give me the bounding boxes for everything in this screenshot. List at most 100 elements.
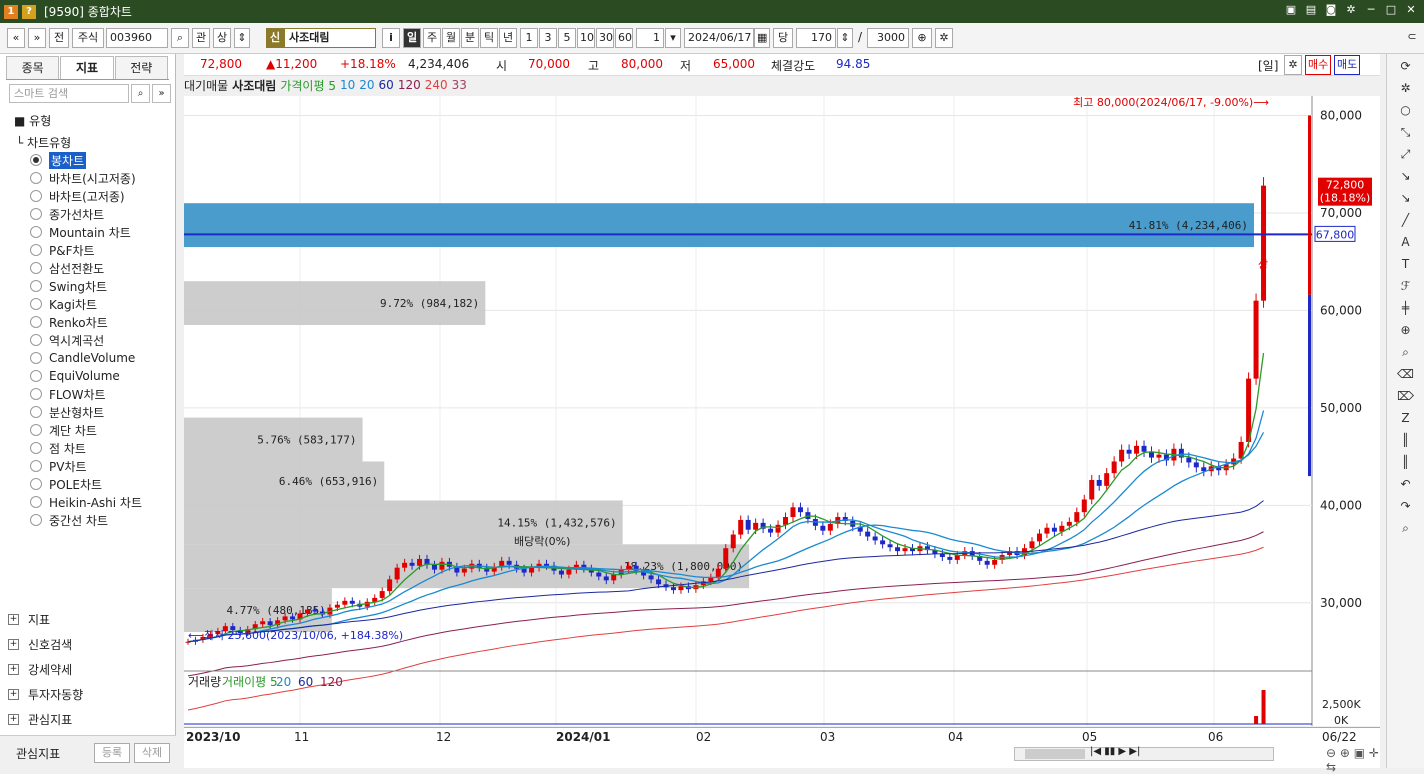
radio-icon[interactable]: [30, 496, 42, 508]
camera-icon[interactable]: ◙: [1324, 3, 1338, 17]
spin-icon[interactable]: ⇕: [234, 28, 250, 48]
chart-type-item[interactable]: Heikin-Ashi 차트: [30, 493, 142, 511]
radio-icon[interactable]: [30, 244, 42, 256]
radio-icon[interactable]: [30, 352, 42, 364]
scrollbar-thumb[interactable]: [1025, 749, 1085, 759]
section-investor[interactable]: + 투자자동향: [8, 683, 176, 705]
radio-icon[interactable]: [30, 478, 42, 490]
chart-type-item[interactable]: EquiVolume: [30, 367, 142, 385]
chart-type-item[interactable]: PV차트: [30, 457, 142, 475]
info-button[interactable]: i: [382, 28, 400, 48]
gear-icon[interactable]: ✲: [935, 28, 953, 48]
chart-type-item[interactable]: 계단 차트: [30, 421, 142, 439]
chart-type-item[interactable]: 봉차트: [30, 151, 142, 169]
section-favorites[interactable]: + 관심지표: [8, 708, 176, 730]
chart-type-item[interactable]: 종가선차트: [30, 205, 142, 223]
period-tick[interactable]: 틱: [480, 28, 498, 48]
chart-type-item[interactable]: 삼선전환도: [30, 259, 142, 277]
legend-stock[interactable]: 사조대림: [232, 77, 276, 94]
line-icon[interactable]: ╱: [1392, 210, 1420, 230]
period-year[interactable]: 년: [499, 28, 517, 48]
period-week[interactable]: 주: [423, 28, 441, 48]
refresh-icon[interactable]: ⟳: [1392, 56, 1420, 76]
chart-type-item[interactable]: Mountain 차트: [30, 223, 142, 241]
updown-button[interactable]: 상: [213, 28, 231, 48]
expand-icon[interactable]: ⊂: [1404, 28, 1420, 48]
chart-type-item[interactable]: 역시계곡선: [30, 331, 142, 349]
legend-ma5[interactable]: 가격이평 5: [280, 77, 336, 94]
front-button[interactable]: 전: [49, 28, 69, 48]
link-icon[interactable]: ▣: [1284, 3, 1298, 17]
grid-icon[interactable]: ║: [1392, 430, 1420, 450]
settings-icon[interactable]: ✲: [1344, 3, 1358, 17]
chevron-down-icon[interactable]: ▾: [665, 28, 681, 48]
chart-type-item[interactable]: 중간선 차트: [30, 511, 142, 529]
buy-button[interactable]: 매수: [1305, 55, 1331, 75]
text-icon[interactable]: T: [1392, 254, 1420, 274]
radio-icon[interactable]: [30, 370, 42, 382]
zoom-icon[interactable]: ⊕: [912, 28, 932, 48]
total-count-input[interactable]: 3000: [867, 28, 909, 48]
gear-icon[interactable]: ✲: [1284, 55, 1302, 75]
period-day[interactable]: 일: [403, 28, 421, 48]
radio-icon[interactable]: [30, 154, 42, 166]
prev-button[interactable]: «: [7, 28, 25, 48]
stock-code-input[interactable]: 003960: [106, 28, 168, 48]
related-button[interactable]: 관: [192, 28, 210, 48]
undo-icon[interactable]: ↶: [1392, 474, 1420, 494]
delete-button[interactable]: 삭제: [134, 743, 170, 763]
radio-icon[interactable]: [30, 460, 42, 472]
legend-ma240[interactable]: 240: [425, 78, 448, 92]
radio-icon[interactable]: [30, 280, 42, 292]
radio-icon[interactable]: [30, 406, 42, 418]
legend-supply[interactable]: 대기매물: [184, 77, 228, 94]
next-button[interactable]: »: [28, 28, 46, 48]
chart-type-item[interactable]: Kagi차트: [30, 295, 142, 313]
grid2-icon[interactable]: ║: [1392, 452, 1420, 472]
zoom-icon[interactable]: ⊕: [1392, 320, 1420, 340]
view-count-input[interactable]: 170: [796, 28, 836, 48]
redo-icon[interactable]: ↷: [1392, 496, 1420, 516]
chart-type-item[interactable]: 바차트(시고저종): [30, 169, 142, 187]
scrollbar-track[interactable]: [1014, 747, 1274, 761]
radio-icon[interactable]: [30, 208, 42, 220]
tab-strategy[interactable]: 전략: [114, 56, 168, 79]
chart-type-item[interactable]: CandleVolume: [30, 349, 142, 367]
period-minute[interactable]: 분: [461, 28, 479, 48]
chart-type-item[interactable]: Renko차트: [30, 313, 142, 331]
close-icon[interactable]: ✕: [1404, 3, 1418, 17]
chart-type-item[interactable]: P&F차트: [30, 241, 142, 259]
count-select[interactable]: 1: [636, 28, 664, 48]
calendar-icon[interactable]: ▦: [754, 28, 770, 48]
chart-type-item[interactable]: FLOW차트: [30, 385, 142, 403]
candle-icon[interactable]: ╪: [1392, 298, 1420, 318]
tree-root[interactable]: └ 차트유형: [16, 134, 71, 151]
section-strength[interactable]: + 강세약세: [8, 658, 176, 680]
period-month[interactable]: 월: [442, 28, 460, 48]
legend-ma60[interactable]: 60: [379, 78, 394, 92]
section-indicators[interactable]: + 지표: [8, 608, 176, 630]
legend-ma120[interactable]: 120: [398, 78, 421, 92]
spin-icon[interactable]: ⇕: [837, 28, 853, 48]
market-select[interactable]: 주식: [72, 28, 104, 48]
sell-button[interactable]: 매도: [1334, 55, 1360, 75]
period-n10[interactable]: 10: [577, 28, 595, 48]
period-n1[interactable]: 1: [520, 28, 538, 48]
eraser2-icon[interactable]: ⌦: [1392, 386, 1420, 406]
trend-icon[interactable]: ⤡: [1392, 122, 1420, 142]
current-button[interactable]: 당: [773, 28, 793, 48]
register-button[interactable]: 등록: [94, 743, 130, 763]
help-icon[interactable]: ?: [22, 4, 36, 19]
legend-ma10[interactable]: 10: [340, 78, 355, 92]
tab-indicators[interactable]: 지표: [60, 56, 114, 79]
search-icon[interactable]: ⌕: [131, 84, 150, 103]
circle-icon[interactable]: ○: [1392, 100, 1420, 120]
radio-icon[interactable]: [30, 262, 42, 274]
maximize-icon[interactable]: □: [1384, 3, 1398, 17]
trend2-icon[interactable]: ⤢: [1392, 144, 1420, 164]
auto-icon[interactable]: A: [1392, 232, 1420, 252]
search-icon[interactable]: ⌕: [171, 28, 189, 48]
fib-icon[interactable]: ℱ: [1392, 276, 1420, 296]
smart-search-input[interactable]: 스마트 검색: [9, 84, 129, 103]
magnify-icon[interactable]: ⌕: [1392, 342, 1420, 362]
